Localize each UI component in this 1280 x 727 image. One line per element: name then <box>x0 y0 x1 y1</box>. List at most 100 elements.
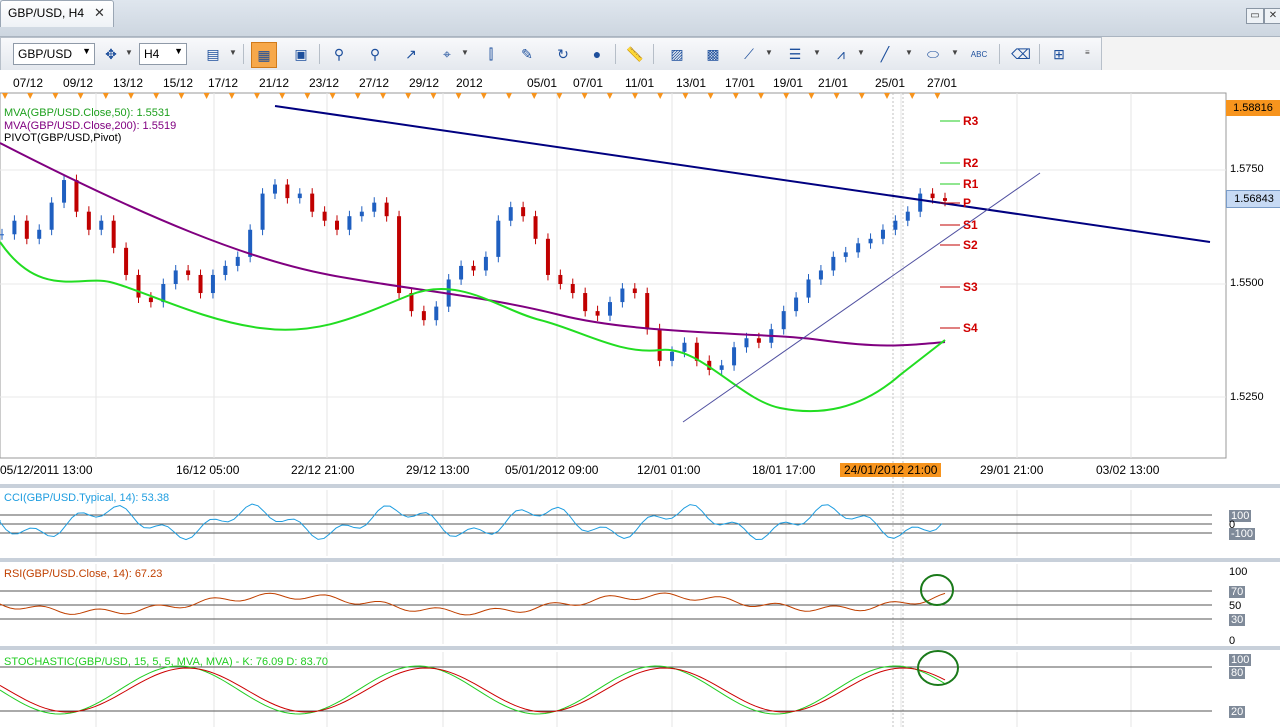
candle-body <box>583 293 588 312</box>
candle-body <box>397 216 402 294</box>
image-icon[interactable]: ▨ <box>665 42 689 66</box>
chevron-down-icon[interactable]: ▼ <box>125 48 133 57</box>
chart-tab[interactable]: GBP/USD, H4 ✕ <box>0 0 114 27</box>
tab-bar: GBP/USD, H4 ✕ ▭ ✕ <box>0 0 1280 37</box>
date-marker <box>808 93 815 99</box>
scroll-icon[interactable]: ↗ <box>399 42 423 66</box>
candle-body <box>843 252 848 257</box>
restore-window-button[interactable]: ▭ <box>1246 8 1264 24</box>
date-marker <box>531 93 538 99</box>
ruler-icon[interactable]: 📏 <box>623 42 647 66</box>
date-marker <box>178 93 185 99</box>
hierarchy-icon[interactable]: ⊞ <box>1047 42 1071 66</box>
zoom-in-icon[interactable]: ⚲ <box>327 42 351 66</box>
chart-type-icon[interactable]: ✥ <box>99 42 123 66</box>
candle-body <box>483 256 488 271</box>
candle-body <box>620 288 625 303</box>
chart-canvas[interactable] <box>0 70 1280 727</box>
fit-icon[interactable]: ⫿ <box>479 42 503 66</box>
candle-body <box>893 220 898 230</box>
date-marker <box>657 93 664 99</box>
top-date-label: 2012 <box>456 76 483 90</box>
timeframe-select[interactable]: H4 ▼ <box>139 43 187 65</box>
candle-body <box>521 207 526 217</box>
candle-body <box>831 256 836 271</box>
date-marker <box>480 93 487 99</box>
candle-body <box>508 207 513 221</box>
channel-tool-icon[interactable]: ⩘ <box>829 42 853 66</box>
candle-body <box>607 302 612 316</box>
save-chart-icon[interactable]: ▩ <box>701 42 725 66</box>
eraser-icon[interactable]: ⌫ <box>1009 42 1033 66</box>
candle-body <box>570 284 575 294</box>
price-tick-2: 1.5500 <box>1230 277 1264 289</box>
date-marker <box>228 93 235 99</box>
top-date-label: 29/12 <box>409 76 440 90</box>
date-marker <box>203 93 210 99</box>
date-marker <box>682 93 689 99</box>
crosshair-icon[interactable]: ⌖ <box>435 42 459 66</box>
candle-body <box>272 184 277 194</box>
chevron-down-icon[interactable]: ▼ <box>951 48 959 57</box>
top-date-label: 11/01 <box>625 76 655 90</box>
date-marker <box>606 93 613 99</box>
candle-body <box>434 306 439 321</box>
mva200-line <box>0 142 946 347</box>
candle-body <box>868 238 873 244</box>
chevron-down-icon[interactable]: ≡ <box>1085 48 1090 57</box>
candle-body <box>632 288 637 294</box>
timeframe-value: H4 <box>144 47 160 61</box>
chevron-down-icon[interactable]: ▼ <box>813 48 821 57</box>
date-marker <box>304 93 311 99</box>
candle-chart-icon[interactable]: ▤ <box>201 42 225 66</box>
edit-icon[interactable]: ✎ <box>515 42 539 66</box>
refresh-icon[interactable]: ↻ <box>551 42 575 66</box>
date-marker <box>77 93 84 99</box>
candle-body <box>732 347 737 366</box>
zoom-out-icon[interactable]: ⚲ <box>363 42 387 66</box>
symbol-select[interactable]: GBP/USD ▼ <box>13 43 95 65</box>
panel-splitter <box>0 646 1280 650</box>
properties-icon[interactable]: ▣ <box>289 42 313 66</box>
stoch-tick-80: 80 <box>1229 667 1246 679</box>
fibonacci-icon[interactable]: ☰ <box>783 42 807 66</box>
top-date-label: 27/12 <box>359 76 390 90</box>
top-date-label: 17/12 <box>208 76 239 90</box>
bottom-date-label: 05/01/2012 09:00 <box>505 463 599 477</box>
globe-icon[interactable]: ● <box>585 42 609 66</box>
close-window-button[interactable]: ✕ <box>1264 8 1280 24</box>
candle-body <box>223 265 228 275</box>
date-marker <box>128 93 134 99</box>
cci-tick-minus100: -100 <box>1229 528 1256 540</box>
chevron-down-icon[interactable]: ▼ <box>461 48 469 57</box>
candle-body <box>670 351 675 361</box>
candle-body <box>359 211 364 217</box>
pivot-s2: S2 <box>963 238 978 252</box>
date-marker <box>279 93 286 99</box>
candle-body <box>459 265 464 280</box>
candle-body <box>657 329 662 361</box>
candle-body <box>12 220 17 235</box>
candle-body <box>880 229 885 239</box>
chevron-down-icon[interactable]: ▼ <box>857 48 865 57</box>
line-tool-icon[interactable]: ⟋ <box>737 42 761 66</box>
pivot-s3: S3 <box>963 280 978 294</box>
candle-body <box>186 270 191 275</box>
chart-toolbar: GBP/USD ▼ ✥ ▼ H4 ▼ ▤ ▼ ▦ ▣ ⚲ ⚲ ↗ ⌖ ▼ ⫿ ✎ ↻… <box>0 37 1102 71</box>
chevron-down-icon[interactable]: ▼ <box>905 48 913 57</box>
candle-body <box>595 311 600 316</box>
candle-body <box>719 365 724 370</box>
candle-body <box>62 180 67 203</box>
indicator-panel-icon[interactable]: ▦ <box>251 42 277 68</box>
chevron-down-icon[interactable]: ▼ <box>765 48 773 57</box>
candle-body <box>905 211 910 221</box>
ellipse-tool-icon[interactable]: ⬭ <box>921 42 945 66</box>
chevron-down-icon[interactable]: ▼ <box>229 48 237 57</box>
close-icon[interactable]: ✕ <box>94 5 105 21</box>
top-date-label: 19/01 <box>773 76 804 90</box>
candle-body <box>930 193 935 199</box>
text-tool-icon[interactable]: ABC <box>967 42 991 66</box>
candle-body <box>645 293 650 330</box>
pen-tool-icon[interactable]: ╱ <box>873 42 897 66</box>
date-marker <box>506 93 512 99</box>
